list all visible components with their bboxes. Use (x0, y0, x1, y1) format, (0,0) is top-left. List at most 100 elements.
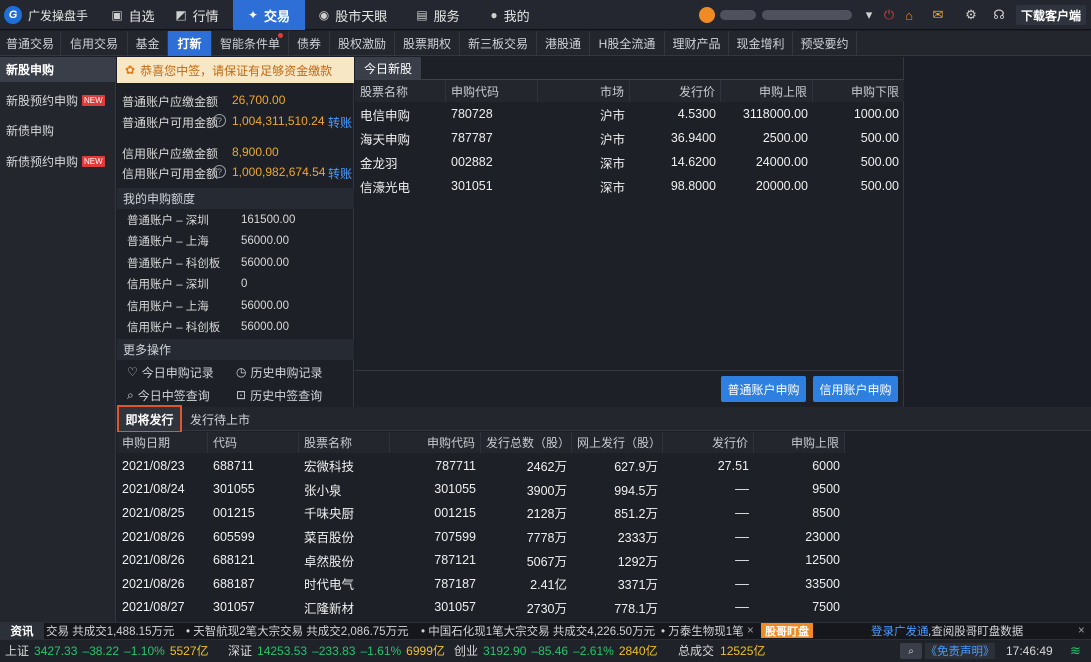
table-row[interactable]: 2021/08/27 301057 汇隆新材 301057 2730万 778.1万 –– 7… (117, 596, 845, 620)
news-label[interactable]: 资讯 (0, 622, 44, 639)
tab-today-ipo[interactable]: 今日新股 (355, 57, 421, 79)
column-header[interactable]: 网上发行（股） (572, 432, 663, 453)
account-id-blurred (762, 10, 852, 20)
tab-daxin[interactable]: 打新 (168, 31, 212, 56)
column-header[interactable]: 发行总数（股） (481, 432, 572, 453)
tab-zhaiquan[interactable]: 债券 (289, 31, 330, 56)
today-apply-record-link[interactable]: ♡ 今日申购记录 (127, 362, 214, 382)
tab-licai[interactable]: 理财产品 (665, 31, 729, 56)
table-row[interactable]: 2021/08/26 605599 菜百股份 707599 7778万 2333万 –– 23… (117, 525, 845, 549)
table-row[interactable]: 2021/08/25 001215 千味央厨 001215 2128万 851.2万 –– 8… (117, 501, 845, 525)
normal-avail-label: 普通账户可用金额 (122, 116, 219, 130)
gear-icon[interactable]: ⚙ (962, 6, 980, 24)
table-cell: 沪市 (599, 132, 625, 147)
index-shenzhen[interactable]: 深证 14253.53 –233.83 –1.61% 6999亿 (228, 639, 445, 662)
nav-zixuan[interactable]: ▣ 自选 (103, 0, 163, 30)
gu-ge-badge[interactable]: 股哥盯盘 (761, 623, 813, 638)
column-header[interactable]: 申购日期 (117, 432, 208, 453)
nav-wode[interactable]: ● 我的 (480, 0, 540, 30)
sidebar-item-xingu[interactable]: 新股申购 (0, 57, 116, 82)
table-row[interactable]: 2021/08/26 688121 卓然股份 787121 5067万 1292万 –– 12… (117, 548, 845, 572)
tab-pending-listing[interactable]: 发行待上市 (184, 407, 256, 431)
column-header[interactable]: 发行价 (630, 80, 721, 102)
search-icon[interactable]: ⌕ (900, 643, 922, 659)
ticker-item[interactable]: • 中国石化现1笔大宗交易 共成交4,226.50万元 (421, 622, 655, 639)
person-icon: ● (490, 8, 498, 22)
table-cell: 14.6200 (670, 155, 716, 169)
nav-fuwu[interactable]: ▤ 服务 (408, 0, 468, 30)
column-header[interactable]: 代码 (208, 432, 299, 453)
help-icon[interactable]: ? (213, 114, 226, 127)
tab-putong[interactable]: 普通交易 (0, 31, 61, 56)
tab-upcoming[interactable]: 即将发行 (117, 405, 182, 433)
tab-xinsanban[interactable]: 新三板交易 (460, 31, 537, 56)
column-header[interactable]: 股票名称 (355, 80, 446, 102)
user-name-blurred (720, 10, 756, 20)
sidebar-item-xinzhai[interactable]: 新债申购 (0, 118, 116, 143)
table-cell: 787187 (434, 576, 476, 591)
index-amount: 2840亿 (618, 644, 658, 658)
table-row[interactable]: 2021/08/24 301055 张小泉 301055 3900万 994.5万 –– 95… (117, 478, 845, 502)
ticker-item[interactable]: • 万泰生物现1笔 (661, 622, 744, 639)
headset-icon[interactable]: ☊ (990, 6, 1008, 24)
close-icon[interactable]: × (1078, 622, 1085, 639)
column-header[interactable]: 市场 (538, 80, 630, 102)
index-chuangye[interactable]: 创业 3192.90 –85.46 –2.61% 2840亿 (454, 639, 658, 662)
nav-jiaoyi[interactable]: ✦ 交易 (233, 0, 305, 30)
credit-transfer-link[interactable]: 转账 (328, 165, 352, 182)
tab-xinyong[interactable]: 信用交易 (61, 31, 128, 56)
table-cell: 851.2万 (614, 507, 658, 522)
table-row[interactable]: 2021/08/26 688187 时代电气 787187 2.41亿 3371万 –– 33… (117, 572, 845, 596)
nav-hangqing[interactable]: ◩ 行情 (166, 0, 228, 30)
nav-tianyan[interactable]: ◉ 股市天眼 (312, 0, 394, 30)
sidebar-item-xingu-yuyue[interactable]: 新股预约申购 NEW (0, 88, 116, 113)
lock-icon[interactable]: ⌂ (900, 6, 918, 24)
tab-xianjin[interactable]: 现金增利 (729, 31, 793, 56)
history-winning-query-link[interactable]: ⊡ 历史中签查询 (236, 385, 322, 405)
table-cell: 2.41亿 (530, 578, 567, 593)
mail-icon[interactable]: ✉ (929, 6, 947, 24)
table-row[interactable]: 2021/08/23 688711 宏微科技 787711 2462万 627.9万 27.… (117, 454, 845, 478)
tab-jijin[interactable]: 基金 (128, 31, 168, 56)
tab-yushou[interactable]: 预受要约 (793, 31, 857, 56)
ticker-item[interactable]: • 天智航现2笔大宗交易 共成交2,086.75万元 (186, 622, 409, 639)
close-icon[interactable]: × (747, 622, 754, 639)
table-cell: 002882 (451, 155, 493, 169)
column-header[interactable]: 申购代码 (390, 432, 481, 453)
power-icon[interactable]: ⏻ (880, 6, 898, 24)
disclaimer-link[interactable]: 《免责声明》 (925, 643, 995, 659)
tab-ganggutong[interactable]: 港股通 (537, 31, 590, 56)
download-client-button[interactable]: 下载客户端 (1016, 5, 1086, 25)
table-cell: 时代电气 (304, 578, 355, 593)
app-logo-icon: G (4, 6, 22, 24)
tab-qiquan[interactable]: 股票期权 (395, 31, 460, 56)
column-header[interactable]: 发行价 (663, 432, 754, 453)
ticker-item[interactable]: 交易 共成交1,488.15万元 (46, 622, 174, 639)
sidebar-item-xinzhai-yuyue[interactable]: 新债预约申购 NEW (0, 149, 116, 174)
column-header[interactable]: 申购下限 (813, 80, 904, 102)
column-header[interactable]: 申购上限 (721, 80, 813, 102)
help-icon[interactable]: ? (213, 165, 226, 178)
index-value: 3427.33 (34, 643, 78, 658)
history-apply-record-link[interactable]: ◷ 历史申购记录 (236, 362, 323, 382)
quota-row: 普通账户 – 上海 56000.00 (127, 231, 347, 251)
table-row[interactable]: 金龙羽 002882 深市 14.6200 24000.00 500.00 (355, 150, 904, 174)
table-row[interactable]: 信濠光电 301051 深市 98.8000 20000.00 500.00 (355, 174, 904, 198)
column-header[interactable]: 申购上限 (754, 432, 845, 453)
today-winning-query-link[interactable]: ⌕ 今日中签查询 (127, 385, 210, 405)
index-shanghai[interactable]: 上证 3427.33 –38.22 –1.10% 5527亿 (5, 639, 209, 662)
quota-label: 信用账户 – 深圳 (127, 279, 209, 292)
column-header[interactable]: 股票名称 (299, 432, 390, 453)
column-header[interactable]: 申购代码 (446, 80, 538, 102)
table-row[interactable]: 电信申购 780728 沪市 4.5300 3118000.00 1000.00 (355, 102, 904, 126)
login-gft-link[interactable]: 登录广发通 (871, 622, 929, 639)
tab-guquanjili[interactable]: 股权激励 (330, 31, 395, 56)
chevron-down-icon[interactable]: ▾ (860, 6, 878, 24)
tab-hgu[interactable]: H股全流通 (590, 31, 665, 56)
avatar[interactable] (699, 7, 715, 23)
table-row[interactable]: 海天申购 787787 沪市 36.9400 2500.00 500.00 (355, 126, 904, 150)
table-cell: –– (735, 553, 749, 568)
normal-transfer-link[interactable]: 转账 (328, 114, 352, 131)
credit-account-apply-button[interactable]: 信用账户申购 (813, 376, 898, 402)
normal-account-apply-button[interactable]: 普通账户申购 (721, 376, 806, 402)
